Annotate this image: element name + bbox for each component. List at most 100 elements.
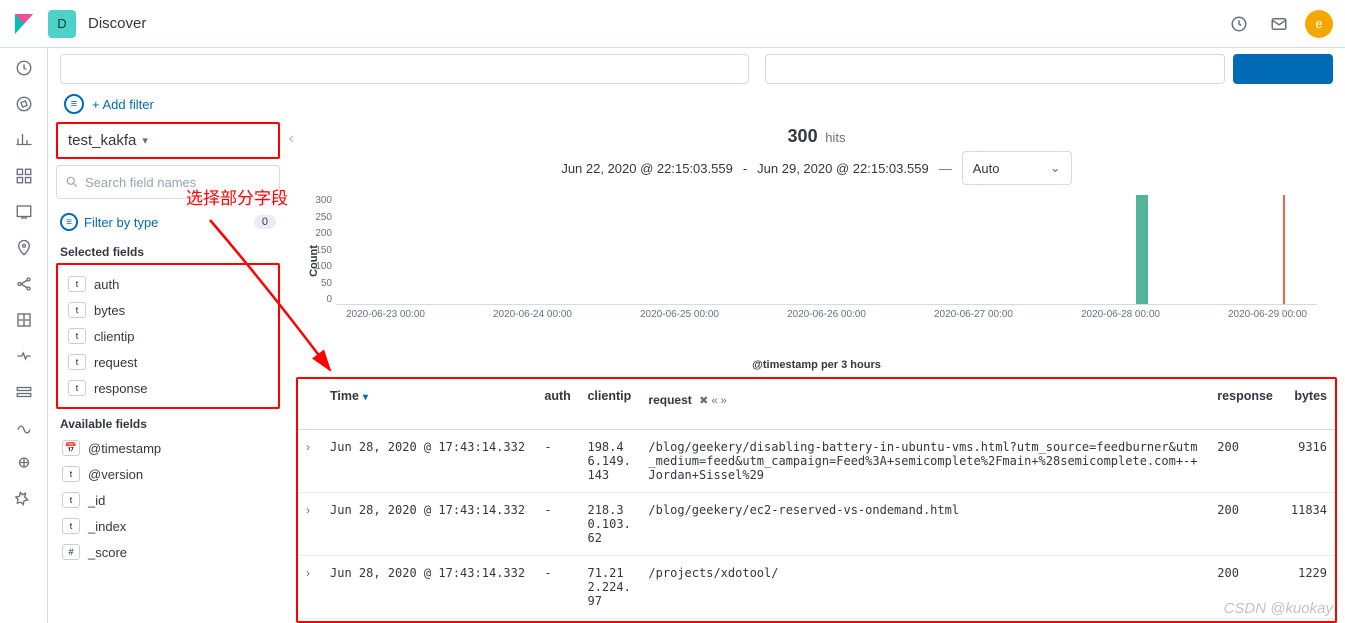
chevron-down-icon: ▾ — [142, 134, 148, 147]
time-picker[interactable] — [765, 54, 1225, 84]
cell-clientip: 71.212.224.97 — [579, 556, 640, 619]
filter-menu-icon[interactable]: ≡ — [64, 94, 84, 114]
field-request[interactable]: t request — [62, 349, 274, 375]
field-@timestamp[interactable]: @timestamp — [56, 435, 280, 461]
field-name: response — [94, 381, 147, 396]
cell-auth: - — [536, 430, 579, 493]
interval-value: Auto — [973, 161, 1000, 176]
field-_id[interactable]: t _id — [56, 487, 280, 513]
filter-by-type[interactable]: ≡ Filter by type 0 — [56, 207, 280, 237]
col-time[interactable]: Time▾ — [322, 379, 536, 430]
field-bytes[interactable]: tbytes — [62, 297, 274, 323]
field-name: bytes — [94, 303, 125, 318]
field-_score[interactable]: # _score — [56, 539, 280, 565]
chart-marker — [1283, 195, 1285, 304]
field-name: auth — [94, 277, 119, 292]
nav-discover-icon[interactable] — [12, 92, 36, 116]
field-name: @timestamp — [88, 441, 161, 456]
cell-response: 200 — [1209, 493, 1282, 556]
field-name: _score — [88, 545, 127, 560]
nav-metrics-icon[interactable] — [12, 308, 36, 332]
results-panel: 300 hits Jun 22, 2020 @ 22:15:03.559 - J… — [288, 122, 1345, 623]
field-type-icon: t — [68, 380, 86, 396]
refresh-button[interactable] — [1233, 54, 1333, 84]
search-placeholder: Search field names — [85, 175, 196, 190]
cell-response: 200 — [1209, 556, 1282, 619]
cell-bytes: 1229 — [1282, 556, 1335, 619]
field-_index[interactable]: t_index — [56, 513, 280, 539]
nav-maps-icon[interactable] — [12, 236, 36, 260]
cell-clientip: 218.30.103.62 — [579, 493, 640, 556]
filter-count-badge: 0 — [254, 215, 276, 229]
field-@version[interactable]: t @version — [56, 461, 280, 487]
interval-select[interactable]: Auto ⌄ — [962, 151, 1072, 185]
index-pattern-selector[interactable]: test_kakfa ▾ — [56, 122, 280, 159]
nav-dev-icon[interactable] — [12, 488, 36, 512]
field-type-icon: t — [68, 302, 86, 318]
table-row: ›Jun 28, 2020 @ 17:43:14.332-198.46.149.… — [298, 430, 1335, 493]
search-fields-input[interactable]: Search field names — [56, 165, 280, 199]
fields-sidebar: ‹ test_kakfa ▾ Search field names ≡ Filt… — [48, 122, 288, 623]
table-row: ›Jun 28, 2020 @ 17:43:14.332-71.212.224.… — [298, 556, 1335, 619]
cell-response: 200 — [1209, 430, 1282, 493]
index-pattern-name: test_kakfa — [68, 132, 136, 149]
add-filter-link[interactable]: + Add filter — [92, 97, 154, 112]
nav-canvas-icon[interactable] — [12, 200, 36, 224]
nav-siem-icon[interactable] — [12, 452, 36, 476]
cell-clientip: 198.46.149.143 — [579, 430, 640, 493]
space-badge[interactable]: D — [48, 10, 76, 38]
nav-dashboard-icon[interactable] — [12, 164, 36, 188]
nav-logs-icon[interactable] — [12, 344, 36, 368]
kql-input[interactable] — [60, 54, 749, 84]
col-response[interactable]: response — [1209, 379, 1282, 430]
histogram-chart[interactable]: Count 300250200150100500 2020-06-23 00:0… — [336, 195, 1317, 355]
field-name: _id — [88, 493, 105, 508]
col-request-controls: ✖ « » — [699, 395, 727, 407]
mail-icon[interactable] — [1265, 10, 1293, 38]
nav-visualize-icon[interactable] — [12, 128, 36, 152]
field-auth[interactable]: tauth — [62, 271, 274, 297]
time-from: Jun 22, 2020 @ 22:15:03.559 — [561, 161, 733, 176]
query-bar — [48, 48, 1345, 90]
nav-apm-icon[interactable] — [12, 380, 36, 404]
field-clientip[interactable]: tclientip — [62, 323, 274, 349]
timerange-row: Jun 22, 2020 @ 22:15:03.559 - Jun 29, 20… — [296, 151, 1337, 191]
field-type-icon: t — [68, 276, 86, 292]
field-type-icon — [62, 440, 80, 456]
field-type-icon: t — [62, 492, 80, 508]
col-request[interactable]: request ✖ « » — [640, 379, 1209, 430]
nav-recent-icon[interactable] — [12, 56, 36, 80]
results-table: Time▾ auth clientip request ✖ « » respon… — [296, 377, 1337, 623]
nav-ml-icon[interactable] — [12, 272, 36, 296]
newsfeed-icon[interactable] — [1225, 10, 1253, 38]
app-title: Discover — [88, 15, 146, 32]
filter-type-label: Filter by type — [84, 215, 158, 230]
available-fields-label: Available fields — [60, 417, 280, 431]
field-response[interactable]: t response — [62, 375, 274, 401]
filter-icon: ≡ — [60, 213, 78, 231]
search-icon — [65, 175, 79, 189]
user-avatar[interactable]: e — [1305, 10, 1333, 38]
selected-fields-list: tauthtbytestclientiptrequesttresponse — [56, 263, 280, 409]
time-to: Jun 29, 2020 @ 22:15:03.559 — [757, 161, 929, 176]
expand-row-icon[interactable]: › — [298, 493, 322, 556]
col-bytes[interactable]: bytes — [1282, 379, 1335, 430]
field-type-icon: t — [68, 354, 86, 370]
hits-label: hits — [825, 130, 845, 145]
field-type-icon: t — [62, 466, 80, 482]
cell-request: /blog/geekery/disabling-battery-in-ubunt… — [640, 430, 1209, 493]
field-name: clientip — [94, 329, 134, 344]
expand-row-icon[interactable]: › — [298, 556, 322, 619]
sort-desc-icon: ▾ — [363, 392, 368, 403]
col-auth[interactable]: auth — [536, 379, 579, 430]
nav-uptime-icon[interactable] — [12, 416, 36, 440]
nav-rail — [0, 48, 48, 623]
cell-auth: - — [536, 493, 579, 556]
field-name: @version — [88, 467, 143, 482]
field-name: request — [94, 355, 137, 370]
kibana-logo-icon — [12, 12, 36, 36]
field-type-icon: # — [62, 544, 80, 560]
cell-bytes: 9316 — [1282, 430, 1335, 493]
col-clientip[interactable]: clientip — [579, 379, 640, 430]
expand-row-icon[interactable]: › — [298, 430, 322, 493]
